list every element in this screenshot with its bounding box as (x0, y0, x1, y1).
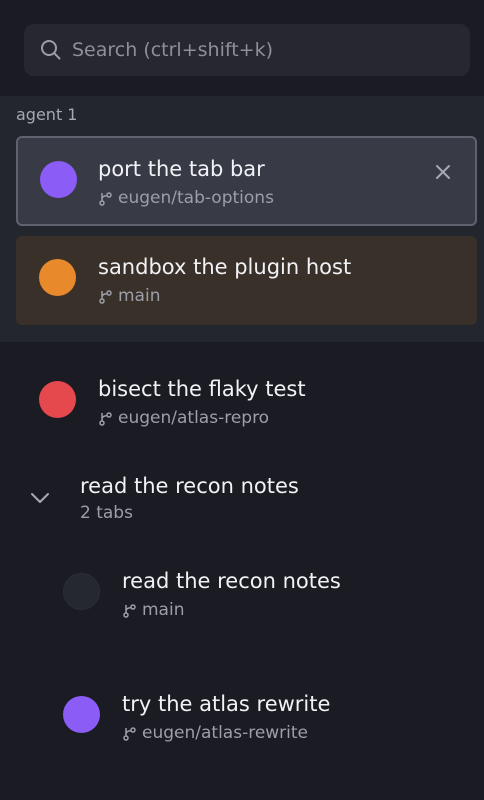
session-branch: main (98, 286, 160, 306)
session-status-dot (63, 696, 100, 733)
session-item[interactable]: sandbox the plugin host main (16, 236, 477, 325)
session-sidebar: agent 1 port the tab bar eugen/tab-optio… (0, 0, 484, 800)
tab-group-title[interactable]: read the recon notes (80, 474, 299, 498)
session-branch-label: eugen/atlas-repro (118, 408, 270, 428)
tab-branch: main (122, 600, 184, 620)
tab-branch: eugen/atlas-rewrite (122, 723, 308, 743)
session-status-dot (39, 259, 76, 296)
session-item[interactable]: bisect the flaky test eugen/atlas-repro (0, 360, 484, 440)
group-label: agent 1 (16, 105, 78, 124)
chevron-down-icon (31, 493, 49, 503)
search-input[interactable] (72, 39, 452, 61)
search-box[interactable] (24, 24, 470, 76)
session-status-dot (39, 381, 76, 418)
collapse-toggle[interactable] (28, 486, 52, 510)
git-branch-icon (99, 411, 112, 426)
git-branch-icon (123, 603, 136, 618)
tab-branch-label: main (142, 600, 185, 620)
close-icon (436, 165, 450, 179)
git-branch-icon (123, 726, 136, 741)
git-branch-icon (99, 289, 112, 304)
session-branch: eugen/tab-options (98, 188, 274, 208)
tab-title: read the recon notes (122, 569, 341, 593)
close-button[interactable] (431, 160, 455, 184)
session-branch: eugen/atlas-repro (98, 408, 269, 428)
session-status-dot (63, 573, 100, 610)
session-title: port the tab bar (98, 157, 265, 181)
session-status-dot (40, 161, 77, 198)
agent-group: agent 1 port the tab bar eugen/tab-optio… (0, 96, 484, 342)
session-item-selected[interactable]: port the tab bar eugen/tab-options (16, 136, 477, 226)
tab-count: 2 tabs (80, 503, 133, 523)
session-title: sandbox the plugin host (98, 255, 352, 279)
search-icon (41, 40, 61, 60)
session-title: bisect the flaky test (98, 377, 306, 401)
tab-item[interactable]: read the recon notes main (0, 552, 484, 632)
tab-item[interactable]: try the atlas rewrite eugen/atlas-rewrit… (0, 675, 484, 755)
session-branch-label: eugen/tab-options (118, 188, 274, 208)
tab-branch-label: eugen/atlas-rewrite (142, 723, 309, 743)
git-branch-icon (99, 191, 112, 206)
tab-title: try the atlas rewrite (122, 692, 331, 716)
session-branch-label: main (118, 286, 161, 306)
